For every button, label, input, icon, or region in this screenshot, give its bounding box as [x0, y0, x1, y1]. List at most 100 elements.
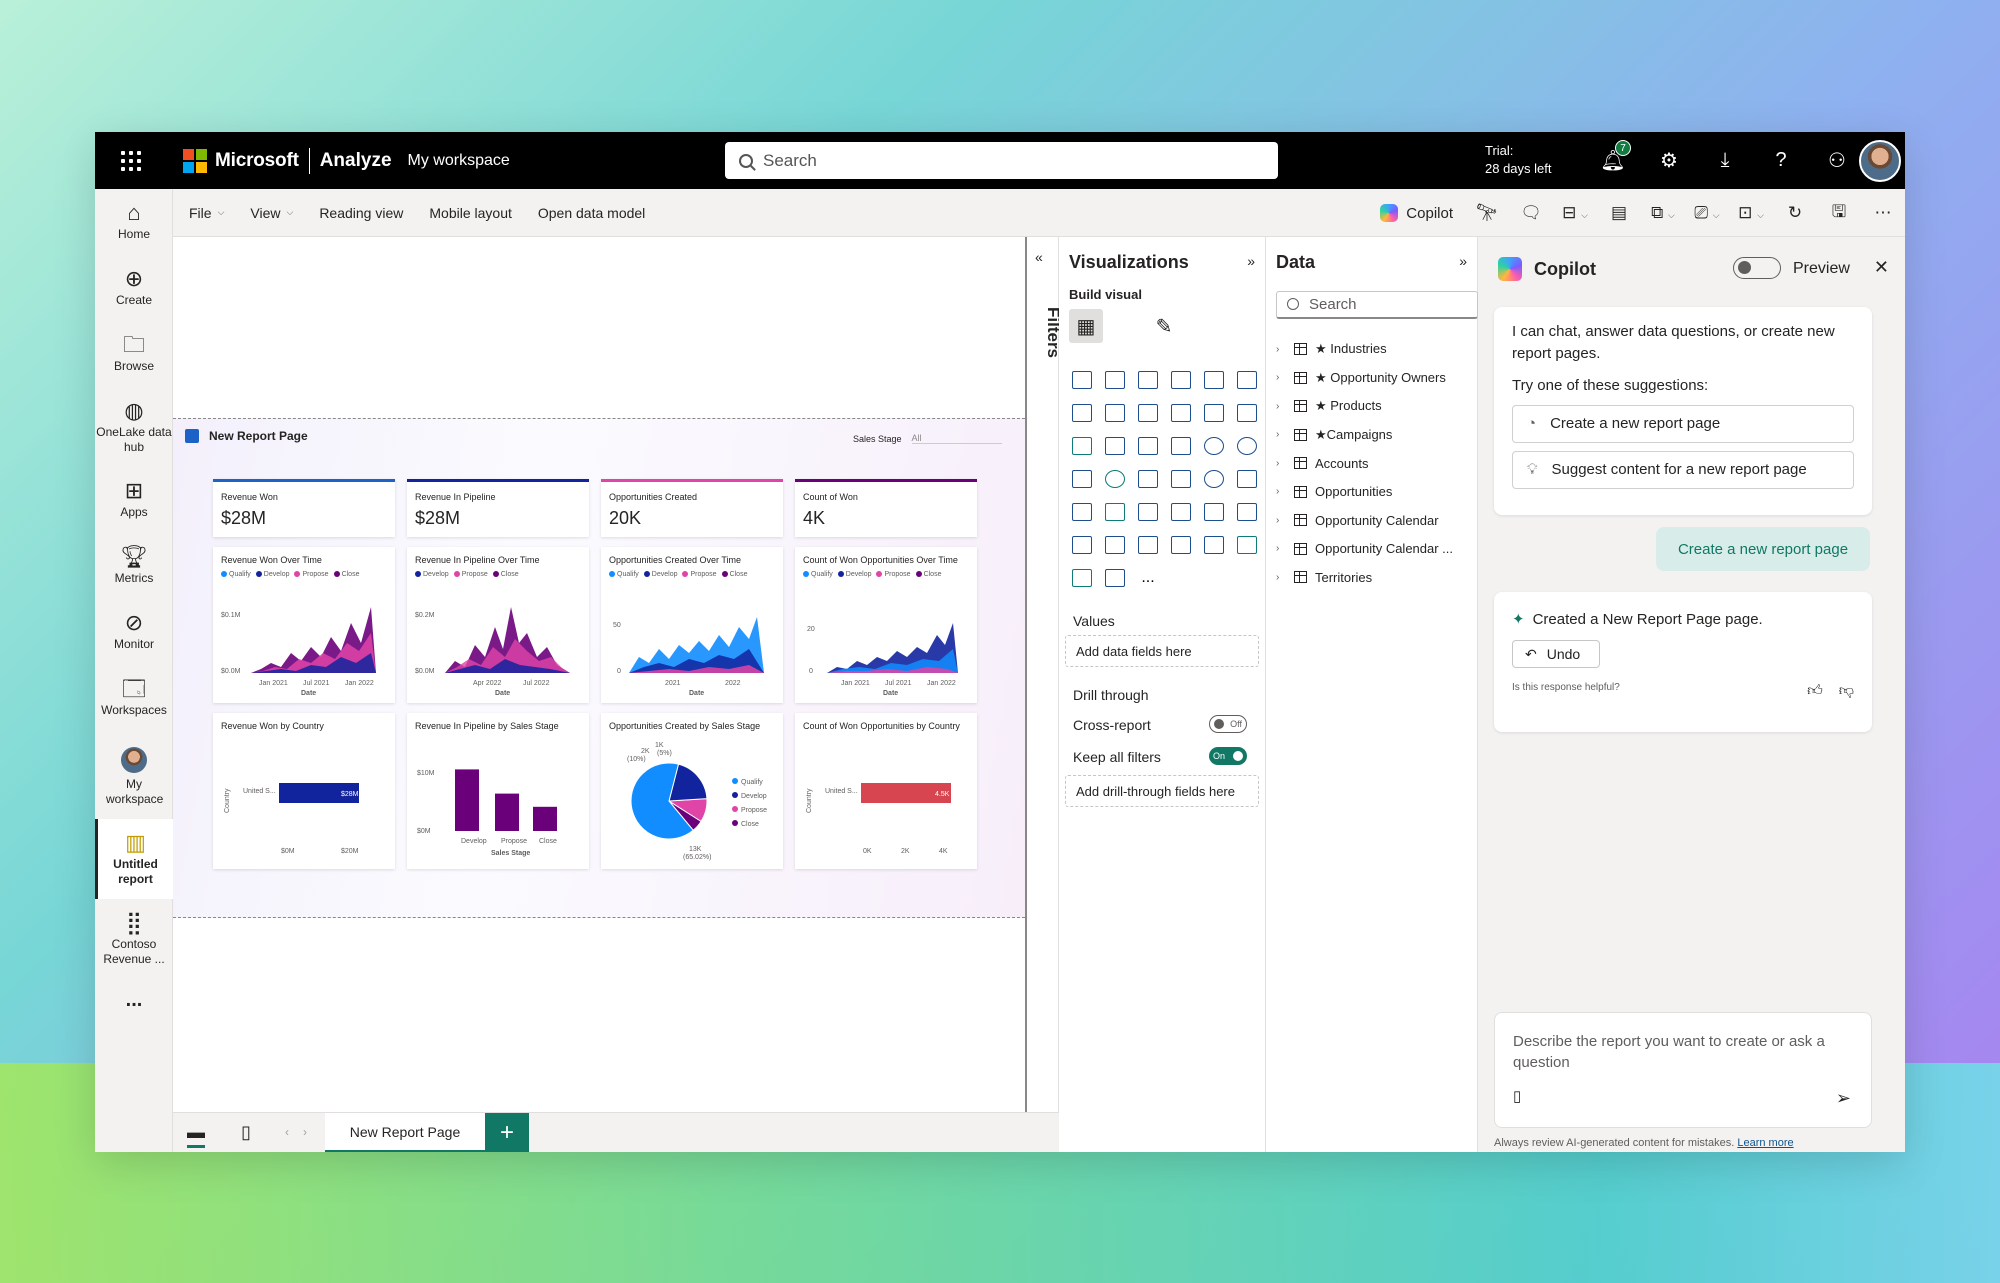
suggestion-suggest-content[interactable]: 💡︎ Suggest content for a new report page — [1512, 451, 1854, 489]
sales-stage-slicer[interactable]: Sales Stage All — [853, 433, 1002, 444]
line-chart-opportunities[interactable]: Opportunities Created Over Time Qualify … — [601, 547, 783, 703]
decomposition-tree-icon[interactable] — [1069, 532, 1095, 558]
nav-untitled-report[interactable]: ▥ Untitled report — [95, 819, 173, 899]
power-automate-icon[interactable] — [1069, 565, 1095, 591]
data-table-item[interactable]: › Opportunities — [1276, 478, 1453, 507]
r-visual-icon[interactable] — [1234, 499, 1260, 525]
explore-icon[interactable]: 🔭︎ — [1465, 203, 1509, 223]
nav-contoso-revenue[interactable]: ⣿ Contoso Revenue ... — [95, 899, 173, 979]
nav-more-button[interactable]: ... — [95, 979, 173, 1045]
chevron-visual-icon[interactable] — [1102, 565, 1128, 591]
funnel-icon[interactable] — [1135, 433, 1161, 459]
bar-chart-revenue-by-country[interactable]: Revenue Won by Country Country United S.… — [213, 713, 395, 869]
prompt-guide-icon[interactable]: ▯ — [1513, 1086, 1521, 1107]
suggestion-create-report-page[interactable]: ◔ Create a new report page — [1512, 405, 1854, 443]
kpi-card[interactable]: Revenue Won $28M — [213, 479, 395, 537]
stacked-column-chart-icon[interactable] — [1102, 367, 1128, 393]
more-options-icon[interactable]: ⋯ — [1861, 203, 1905, 223]
drill-through-drop-zone[interactable]: Add drill-through fields here — [1065, 775, 1259, 807]
data-table-item[interactable]: › Territories — [1276, 563, 1453, 592]
azure-map-icon[interactable] — [1168, 466, 1194, 492]
global-search-input[interactable]: Search — [725, 142, 1278, 179]
undo-button[interactable]: ↶ Undo — [1512, 640, 1600, 668]
nav-workspaces[interactable]: 🗔 Workspaces — [95, 665, 173, 735]
kpi-icon[interactable] — [1102, 499, 1128, 525]
qa-icon[interactable] — [1102, 532, 1128, 558]
nav-apps[interactable]: ⊞ Apps — [95, 467, 173, 533]
download-button[interactable]: ⤓ — [1697, 132, 1753, 189]
multi-row-card-icon[interactable] — [1069, 499, 1095, 525]
share-feedback-button[interactable]: ⚇ — [1809, 132, 1865, 189]
copilot-prompt-input[interactable]: Describe the report you want to create o… — [1494, 1012, 1872, 1128]
expand-pane-icon[interactable]: » — [1459, 253, 1467, 269]
100-stacked-column-icon[interactable] — [1234, 367, 1260, 393]
collapse-arrow-icon[interactable]: « — [1035, 249, 1043, 265]
nav-browse[interactable]: 🗀 Browse — [95, 321, 173, 387]
view-options-icon[interactable]: ⊡ ⌵ — [1729, 203, 1773, 223]
settings-button[interactable]: ⚙ — [1641, 132, 1697, 189]
slicer-icon[interactable] — [1135, 499, 1161, 525]
100-stacked-area-icon[interactable] — [1168, 400, 1194, 426]
refresh-icon[interactable]: ↻ — [1773, 203, 1817, 223]
page-navigation-arrows[interactable]: ‹› — [285, 1125, 321, 1139]
close-icon[interactable]: ✕ — [1874, 257, 1889, 278]
notifications-button[interactable]: 🔔︎ 7 — [1585, 132, 1641, 189]
data-table-item[interactable]: › ★Campaigns — [1276, 421, 1453, 450]
page-tab-new-report-page[interactable]: New Report Page — [325, 1113, 485, 1152]
line-chart-count-won[interactable]: Count of Won Opportunities Over Time Qua… — [795, 547, 977, 703]
stacked-bar-chart-icon[interactable] — [1069, 367, 1095, 393]
menu-file[interactable]: File ⌵ — [173, 205, 237, 221]
donut-chart-icon[interactable] — [1234, 433, 1260, 459]
pie-chart-opportunities-by-stage[interactable]: Opportunities Created by Sales Stage 2K … — [601, 713, 783, 869]
map-icon[interactable] — [1102, 466, 1128, 492]
send-icon[interactable]: ➢ — [1836, 1088, 1851, 1109]
nav-metrics[interactable]: 🏆︎ Metrics — [95, 533, 173, 599]
nav-onelake-data-hub[interactable]: ◍ OneLake data hub — [95, 387, 173, 467]
treemap-icon[interactable] — [1069, 466, 1095, 492]
more-visuals-button[interactable]: ... — [1135, 565, 1161, 591]
copy-icon[interactable]: ⧉ ⌵ — [1641, 203, 1685, 223]
copilot-button[interactable]: Copilot — [1368, 204, 1465, 222]
mobile-layout-button[interactable]: Mobile layout — [416, 205, 525, 221]
ribbon-chart-icon[interactable] — [1069, 433, 1095, 459]
filters-pane-collapsed[interactable]: « Filters — [1027, 237, 1063, 1112]
open-data-model-button[interactable]: Open data model — [525, 205, 658, 221]
app-name[interactable]: Analyze — [320, 150, 392, 172]
area-chart-icon[interactable] — [1102, 400, 1128, 426]
gauge-icon[interactable] — [1201, 466, 1227, 492]
present-icon[interactable]: ⎚ ⌵ — [1685, 203, 1729, 223]
thumbs-down-icon[interactable]: 👎︎ — [1839, 682, 1854, 700]
add-page-button[interactable]: + — [485, 1113, 529, 1152]
kpi-card[interactable]: Revenue In Pipeline $28M — [407, 479, 589, 537]
clustered-bar-chart-icon[interactable] — [1135, 367, 1161, 393]
thumbs-up-icon[interactable]: 👍︎ — [1807, 682, 1823, 700]
build-visual-tab[interactable]: ▦ — [1069, 309, 1103, 343]
narrative-icon[interactable] — [1135, 532, 1161, 558]
matrix-icon[interactable] — [1201, 499, 1227, 525]
desktop-view-icon[interactable]: ▬ — [187, 1122, 205, 1148]
reading-view-button[interactable]: Reading view — [306, 205, 416, 221]
100-stacked-bar-icon[interactable] — [1201, 367, 1227, 393]
bar-chart-pipeline-by-stage[interactable]: Revenue In Pipeline by Sales Stage $10M … — [407, 713, 589, 869]
save-icon[interactable]: 🖫 — [1817, 199, 1861, 228]
app-launcher-button[interactable] — [95, 132, 167, 189]
comment-icon[interactable]: 🗨︎ — [1509, 203, 1553, 223]
waterfall-chart-icon[interactable] — [1102, 433, 1128, 459]
kpi-card[interactable]: Opportunities Created 20K — [601, 479, 783, 537]
kpi-card[interactable]: Count of Won 4K — [795, 479, 977, 537]
line-clustered-column-icon[interactable] — [1201, 400, 1227, 426]
copilot-report-page[interactable]: New Report Page Sales Stage All Revenue … — [173, 418, 1025, 918]
pie-chart-icon[interactable] — [1201, 433, 1227, 459]
line-chart-revenue-won[interactable]: Revenue Won Over Time Qualify Develop Pr… — [213, 547, 395, 703]
data-table-item[interactable]: › ★ Industries — [1276, 335, 1453, 364]
power-apps-icon[interactable] — [1234, 532, 1260, 558]
nav-monitor[interactable]: ⊘ Monitor — [95, 599, 173, 665]
line-stacked-column-icon[interactable] — [1234, 400, 1260, 426]
notes-icon[interactable]: ▤ — [1597, 203, 1641, 223]
clustered-column-chart-icon[interactable] — [1168, 367, 1194, 393]
nav-my-workspace[interactable]: My workspace — [95, 735, 173, 819]
stacked-area-chart-icon[interactable] — [1135, 400, 1161, 426]
filled-map-icon[interactable] — [1135, 466, 1161, 492]
line-chart-icon[interactable] — [1069, 400, 1095, 426]
nav-home[interactable]: ⌂ Home — [95, 189, 173, 255]
